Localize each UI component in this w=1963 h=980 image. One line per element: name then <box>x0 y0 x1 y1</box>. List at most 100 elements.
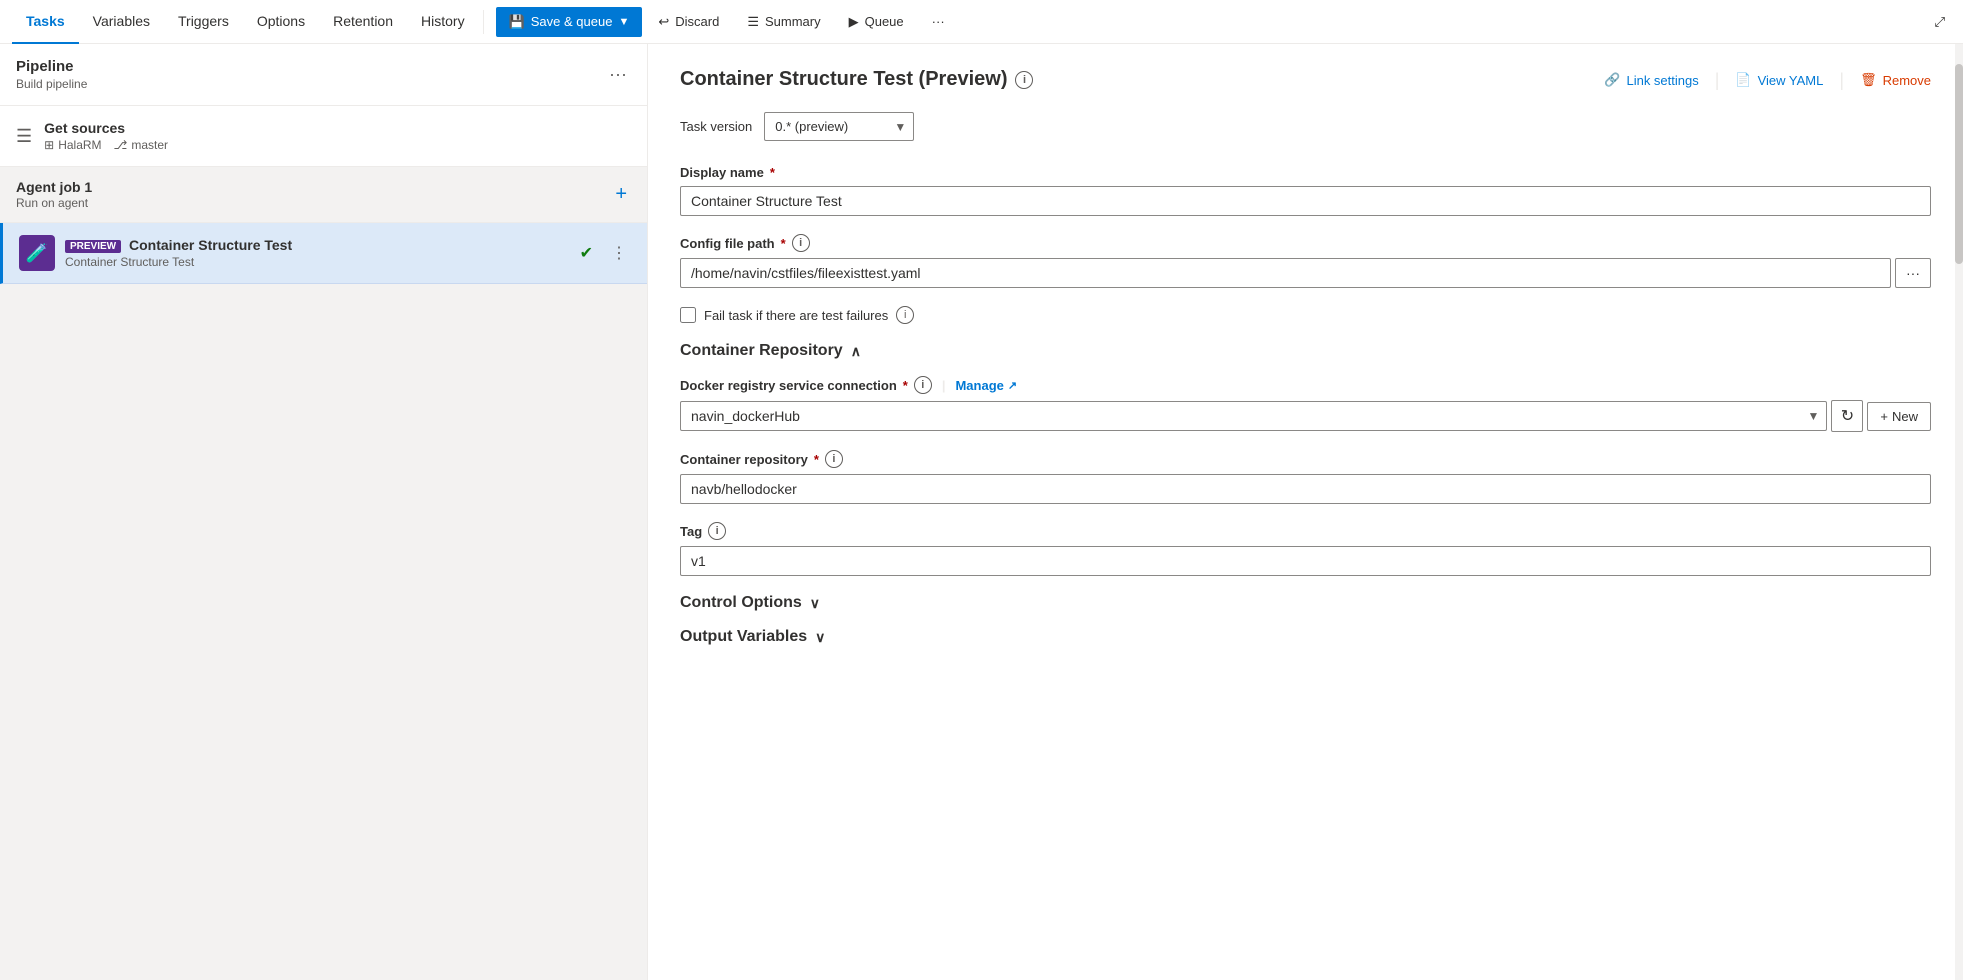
task-version-select[interactable]: 0.* (preview) <box>764 112 914 141</box>
pipeline-menu-button[interactable]: ··· <box>605 60 631 89</box>
save-icon: 💾 <box>509 14 525 30</box>
config-file-path-input[interactable] <box>680 258 1891 288</box>
config-path-input-wrap: ··· <box>680 258 1931 288</box>
add-task-button[interactable]: + <box>611 179 631 210</box>
manage-link[interactable]: Manage ↗ <box>955 378 1017 393</box>
config-path-info-icon[interactable]: i <box>792 234 810 252</box>
yaml-icon: 📄 <box>1735 72 1751 88</box>
tag-info-icon[interactable]: i <box>708 522 726 540</box>
discard-button[interactable]: ↩ Discard <box>646 8 731 36</box>
task-title: PREVIEW Container Structure Test <box>65 237 570 253</box>
control-options-section-header[interactable]: Control Options ∨ <box>680 594 1931 612</box>
save-queue-button[interactable]: 💾 Save & queue ▼ <box>496 7 643 37</box>
display-name-input[interactable] <box>680 186 1931 216</box>
docker-registry-select-container: navin_dockerHub ▼ <box>680 401 1827 431</box>
fail-task-label[interactable]: Fail task if there are test failures <box>704 308 888 323</box>
trash-icon: 🗑 <box>1860 72 1877 88</box>
summary-button[interactable]: ☰ Summary <box>735 8 832 36</box>
nav-history[interactable]: History <box>407 0 479 44</box>
docker-registry-info-icon[interactable]: i <box>914 376 932 394</box>
summary-icon: ☰ <box>747 14 759 30</box>
config-file-path-label: Config file path * i <box>680 234 1931 252</box>
task-info: PREVIEW Container Structure Test Contain… <box>65 237 570 269</box>
main-layout: Pipeline Build pipeline ··· ☰ Get source… <box>0 44 1963 980</box>
container-repository-section-header[interactable]: Container Repository ∧ <box>680 342 1931 360</box>
save-chevron-icon: ▼ <box>618 16 629 28</box>
nav-tasks[interactable]: Tasks <box>12 0 79 44</box>
external-link-icon: ↗ <box>1008 379 1017 392</box>
link-settings-button[interactable]: 🔗 Link settings <box>1604 68 1698 92</box>
get-sources-meta: ⊞ HalaRM ⎇ master <box>44 138 631 152</box>
get-sources-row[interactable]: ☰ Get sources ⊞ HalaRM ⎇ master <box>0 106 647 167</box>
nav-divider <box>483 10 484 34</box>
task-version-label: Task version <box>680 119 752 134</box>
get-sources-info: Get sources ⊞ HalaRM ⎇ master <box>44 120 631 152</box>
plus-icon: + <box>1880 409 1888 424</box>
list-icon: ☰ <box>16 126 32 147</box>
fail-task-info-icon[interactable]: i <box>896 306 914 324</box>
docker-registry-select-wrap: navin_dockerHub ▼ ↻ + New <box>680 400 1931 432</box>
right-panel-header: Container Structure Test (Preview) i 🔗 L… <box>680 68 1931 92</box>
expand-button[interactable]: ⤢ <box>1928 8 1951 36</box>
config-path-required: * <box>781 236 786 251</box>
task-sub: Container Structure Test <box>65 255 570 269</box>
docker-registry-new-button[interactable]: + New <box>1867 402 1931 431</box>
task-icon-wrap: 🧪 <box>19 235 55 271</box>
nav-variables[interactable]: Variables <box>79 0 164 44</box>
scrollbar-thumb[interactable] <box>1955 64 1963 264</box>
get-sources-title: Get sources <box>44 120 631 136</box>
docker-registry-required: * <box>903 378 908 393</box>
task-more-button[interactable]: ⋮ <box>607 239 631 267</box>
discard-icon: ↩ <box>658 14 669 30</box>
nav-triggers[interactable]: Triggers <box>164 0 243 44</box>
preview-badge: PREVIEW <box>65 240 121 253</box>
docker-registry-refresh-button[interactable]: ↻ <box>1831 400 1863 432</box>
task-row[interactable]: 🧪 PREVIEW Container Structure Test Conta… <box>0 223 647 284</box>
tag-row: Tag i <box>680 522 1931 576</box>
pipe-sep: | <box>942 378 946 393</box>
flask-icon: 🧪 <box>26 243 48 264</box>
config-path-browse-button[interactable]: ··· <box>1895 258 1931 288</box>
right-panel: Container Structure Test (Preview) i 🔗 L… <box>648 44 1963 980</box>
repo-icon: ⊞ <box>44 138 54 152</box>
title-info-icon[interactable]: i <box>1015 71 1033 89</box>
fail-task-checkbox[interactable] <box>680 307 696 323</box>
container-repository-row: Container repository * i <box>680 450 1931 504</box>
branch-icon: ⎇ <box>114 138 128 152</box>
pipeline-subtitle: Build pipeline <box>16 77 605 91</box>
pipeline-info: Pipeline Build pipeline <box>16 58 605 91</box>
more-button[interactable]: ··· <box>920 8 957 35</box>
link-icon: 🔗 <box>1604 72 1620 88</box>
task-version-row: Task version 0.* (preview) ▼ <box>680 112 1931 141</box>
repo-meta: ⊞ HalaRM <box>44 138 101 152</box>
header-actions: 🔗 Link settings | 📄 View YAML | 🗑 Remove <box>1604 68 1931 92</box>
docker-registry-select[interactable]: navin_dockerHub <box>680 401 1827 431</box>
pipeline-title: Pipeline <box>16 58 605 75</box>
output-variables-section-header[interactable]: Output Variables ∨ <box>680 628 1931 646</box>
task-detail-title: Container Structure Test (Preview) i <box>680 68 1033 91</box>
header-sep: | <box>1715 70 1720 91</box>
display-name-required: * <box>770 165 775 180</box>
queue-button[interactable]: ▶ Queue <box>837 8 916 36</box>
scrollbar-track <box>1955 44 1963 980</box>
container-repo-info-icon[interactable]: i <box>825 450 843 468</box>
nav-retention[interactable]: Retention <box>319 0 407 44</box>
pipeline-header: Pipeline Build pipeline ··· <box>0 44 647 106</box>
top-nav-right: ⤢ <box>1928 8 1951 36</box>
agent-job-info: Agent job 1 Run on agent <box>16 179 603 210</box>
output-variables-chevron-icon: ∨ <box>815 629 825 646</box>
version-select-wrap: 0.* (preview) ▼ <box>764 112 914 141</box>
container-repo-chevron-icon: ∧ <box>851 343 861 360</box>
remove-button[interactable]: 🗑 Remove <box>1860 68 1931 92</box>
agent-job-row: Agent job 1 Run on agent + <box>0 167 647 223</box>
container-repository-input[interactable] <box>680 474 1931 504</box>
fail-task-row: Fail task if there are test failures i <box>680 306 1931 324</box>
docker-registry-row: Docker registry service connection * i |… <box>680 376 1931 432</box>
container-repository-label: Container repository * i <box>680 450 1931 468</box>
docker-registry-label: Docker registry service connection * i |… <box>680 376 1931 394</box>
tag-label: Tag i <box>680 522 1931 540</box>
top-nav: Tasks Variables Triggers Options Retenti… <box>0 0 1963 44</box>
nav-options[interactable]: Options <box>243 0 319 44</box>
view-yaml-button[interactable]: 📄 View YAML <box>1735 68 1823 92</box>
tag-input[interactable] <box>680 546 1931 576</box>
